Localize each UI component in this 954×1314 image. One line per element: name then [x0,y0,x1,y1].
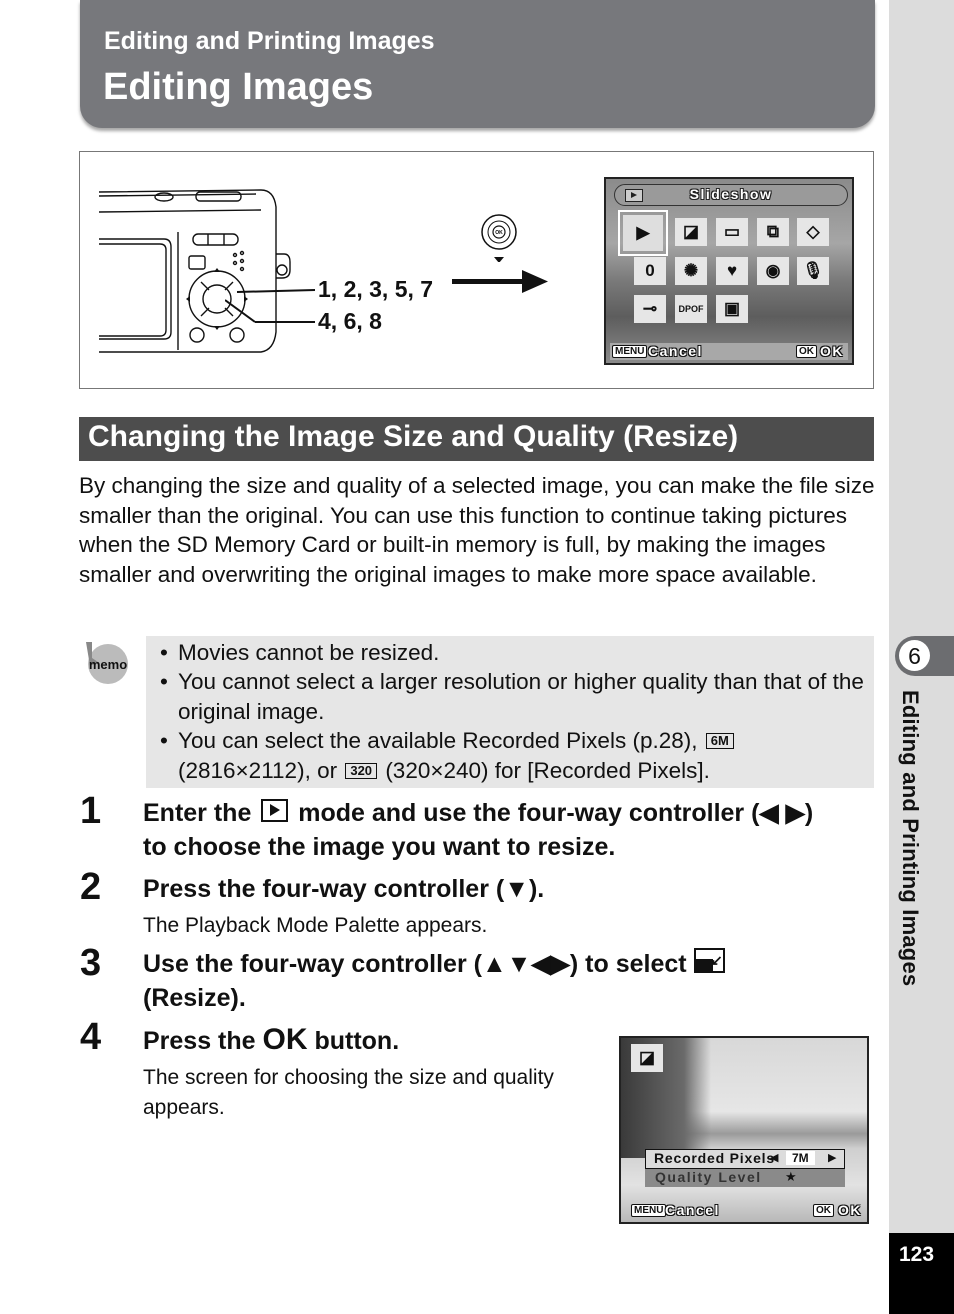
page-number-box: 123 [889,1233,954,1314]
step-3-text: Use the four-way controller (▲▼◀▶) to se… [143,944,843,1015]
memo-item-text: (2816×2112), or [178,757,338,783]
resize-screen: ◪ Recorded Pixels ◀ 7M ▶ Quality Level ★… [619,1036,869,1224]
callout-steps-controller: 1, 2, 3, 5, 7 [318,276,434,302]
dpof-icon[interactable]: DPOF [675,295,707,323]
cropping-icon[interactable]: ▭ [716,218,748,246]
step-text-part: button. [314,1027,400,1055]
resize-icon [693,944,725,978]
chapter-label: Editing and Printing Images [898,690,923,987]
step-number: 4 [80,1016,102,1058]
section-heading: Changing the Image Size and Quality (Res… [79,417,874,461]
step-number: 3 [80,942,102,984]
ok-button-glyph: OK [262,1023,308,1056]
palette-title-bar: Slideshow [614,184,848,206]
memo-item-text: (320×240) for [Recorded Pixels]. [385,757,710,783]
svg-text:OK: OK [495,230,503,236]
quality-level-value: ★ [785,1169,797,1184]
step-number: 1 [80,790,102,832]
start-up-screen-icon[interactable]: ▣ [716,295,748,323]
recorded-pixels-row[interactable]: Recorded Pixels ◀ 7M ▶ [645,1149,845,1169]
ok-key: OK [813,1204,834,1217]
menu-key: MENU [612,345,648,358]
page-number: 123 [899,1243,935,1266]
memo-item: You can select the available Recorded Pi… [158,726,870,785]
memo-list: Movies cannot be resized. You cannot sel… [158,638,870,785]
image-copy-icon[interactable]: ⧉ [757,218,789,246]
resize-footer: MENU Cancel OK OK [625,1202,863,1219]
memo-icon: memo [86,642,128,684]
svg-text:memo: memo [89,657,127,672]
color-filter-icon[interactable]: 0 [634,257,666,285]
four-way-controller-down-icon: OK [481,214,517,262]
right-arrow-icon[interactable]: ▶ [828,1151,836,1164]
palette-footer: MENU Cancel OK OK [610,343,848,360]
recorded-pixels-value: 7M [786,1151,815,1165]
brightness-filter-icon[interactable]: ✺ [675,257,707,285]
recorded-pixels-label: Recorded Pixels [654,1150,775,1166]
step-text-part: (Resize). [143,983,246,1012]
playback-palette-screen: Slideshow ▶ ◪ ▭ ⧉ ◇ 0 ✺ ♥ ◉ 🎙 ⊸ DPOF ▣ M… [604,177,854,365]
quality-level-row[interactable]: Quality Level ★ [645,1169,845,1187]
protect-icon[interactable]: ⊸ [634,295,666,323]
ok-key: OK [796,345,817,358]
palette-title: Slideshow [689,186,773,202]
memo-item: Movies cannot be resized. [158,638,870,668]
memo-item-text: You cannot select a larger resolution or… [178,669,864,724]
memo-item-text: You can select the available Recorded Pi… [178,728,698,754]
step-1-text: Enter the mode and use the four-way cont… [143,797,843,864]
memo-item: You cannot select a larger resolution or… [158,667,870,726]
ok-label[interactable]: OK [838,1202,862,1218]
cancel-label[interactable]: Cancel [665,1202,720,1218]
step-2-text: Press the four-way controller (▼). [143,875,545,903]
step-4-subtext: The screen for choosing the size and qua… [143,1066,554,1119]
memo-item-text: Movies cannot be resized. [178,640,440,665]
ok-label[interactable]: OK [820,343,844,359]
step-2-subtext: The Playback Mode Palette appears. [143,914,488,937]
voice-memo-icon[interactable]: 🎙 [797,257,829,285]
step-text-part: Enter the [143,799,252,827]
chapter-number: 6 [899,640,930,671]
cancel-label[interactable]: Cancel [648,343,703,359]
section-title: Editing and Printing Images [104,27,435,55]
chapter-badge: 6 [895,636,954,676]
recorded-pixels-6m-icon: 6M [705,733,734,750]
recorded-pixels-320-icon: 320 [345,762,378,779]
step-number: 2 [80,866,102,908]
playback-mode-icon [261,799,289,822]
chapter-header-banner: Editing and Printing Images Editing Imag… [80,0,875,128]
rotate-icon[interactable]: ◇ [797,218,829,246]
memo-box: Movies cannot be resized. You cannot sel… [146,636,874,788]
menu-key: MENU [631,1204,667,1217]
step-text-part: Use the four-way controller (▲▼◀▶) to se… [143,950,687,978]
resize-mode-icon: ◪ [631,1044,663,1072]
step-text-part: Press the [143,1027,256,1055]
callout-steps-ok: 4, 6, 8 [318,308,382,334]
slideshow-icon[interactable]: ▶ [618,210,668,256]
intro-paragraph: By changing the size and quality of a se… [79,473,875,587]
left-arrow-icon[interactable]: ◀ [770,1151,778,1164]
page-title: Editing Images [103,66,374,108]
right-arrow-icon [452,270,548,293]
quality-level-label: Quality Level [655,1169,762,1185]
red-eye-edit-icon[interactable]: ◉ [757,257,789,285]
resize-icon[interactable]: ◪ [675,218,707,246]
camera-illustration: 1, 2, 3, 5, 7 4, 6, 8 OK Slideshow ▶ ◪ ▭… [79,151,874,389]
frame-composite-icon[interactable]: ♥ [716,257,748,285]
section-heading-text: Changing the Image Size and Quality (Res… [88,420,739,453]
